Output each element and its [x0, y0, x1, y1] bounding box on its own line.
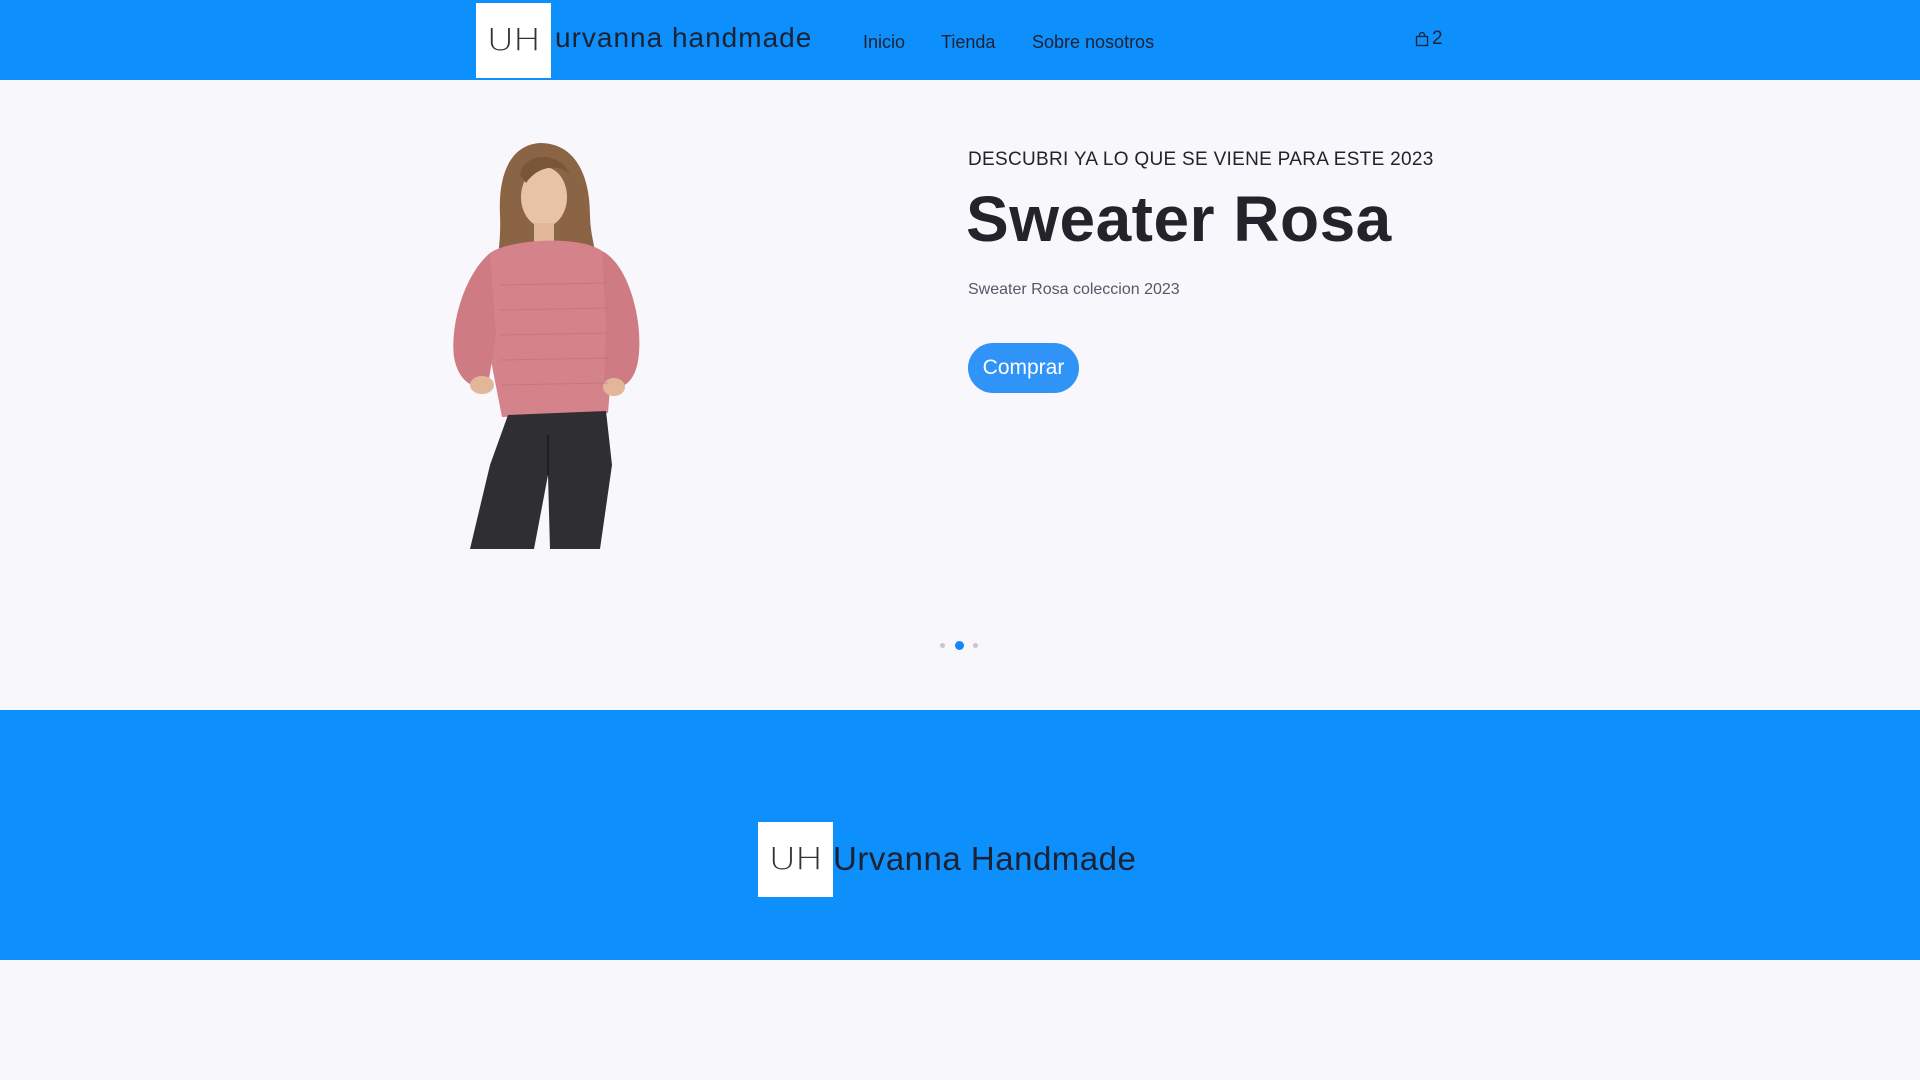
- top-navbar: UH urvanna handmade Inicio Tienda Sobre …: [0, 0, 1920, 80]
- footer-brand-name: Urvanna Handmade: [833, 840, 1137, 877]
- nav-link-inicio[interactable]: Inicio: [863, 32, 905, 53]
- hero-eyebrow: DESCUBRI YA LO QUE SE VIENE PARA ESTE 20…: [968, 149, 1434, 170]
- carousel-dot-2-active[interactable]: [955, 641, 964, 650]
- footer-logo-monogram: UH: [768, 842, 823, 877]
- buy-button[interactable]: Comprar: [968, 343, 1079, 393]
- footer-logo[interactable]: UH: [758, 822, 833, 897]
- carousel-dot-3[interactable]: [973, 643, 978, 648]
- cart-button[interactable]: 2: [1414, 28, 1443, 50]
- site-logo[interactable]: UH: [476, 3, 551, 78]
- hero-description: Sweater Rosa coleccion 2023: [968, 281, 1180, 298]
- shopping-bag-icon: [1415, 31, 1429, 47]
- carousel-dot-1[interactable]: [940, 643, 945, 648]
- nav-link-tienda[interactable]: Tienda: [941, 32, 995, 53]
- product-image-sweater-rosa: [430, 135, 680, 549]
- logo-monogram: UH: [486, 23, 541, 58]
- brand-name[interactable]: urvanna handmade: [555, 22, 812, 54]
- hero-title: Sweater Rosa: [966, 183, 1392, 255]
- nav-link-sobre-nosotros[interactable]: Sobre nosotros: [1032, 32, 1154, 53]
- carousel-indicators: [940, 641, 980, 651]
- footer: [0, 710, 1920, 960]
- cart-count: 2: [1432, 28, 1443, 49]
